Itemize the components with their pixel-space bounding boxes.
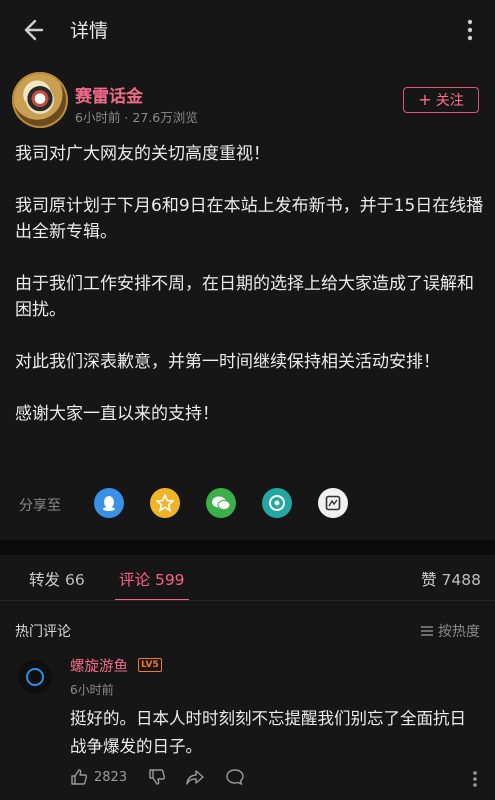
thumbs-down-icon [149,769,166,785]
post-paragraph: 感谢大家一直以来的支持！ [15,404,219,424]
tab-repost-label: 转发 [29,571,61,589]
post-paragraph: 由于我们工作安排不周，在日期的选择上给大家造成了误解和困扰。 [15,274,474,320]
post-paragraph: 对此我们深表歉意，并第一时间继续保持相关活动安排！ [15,352,440,372]
page-title: 详情 [70,20,109,42]
share-row: 分享至 [19,488,479,520]
author-avatar[interactable] [12,72,68,128]
comment-like-count: 2823 [94,769,128,785]
tab-repost[interactable]: 转发 66 [29,568,85,590]
post-paragraph: 我司对广大网友的关切高度重视！ [15,144,270,164]
sort-label: 按热度 [438,624,480,640]
arrow-left-icon[interactable] [18,16,46,44]
comment-dislike-button[interactable] [148,768,166,786]
post-meta: 6小时前 · 27.6万浏览 [75,110,198,125]
sort-icon [421,626,433,636]
hot-comments-label: 热门评论 [15,624,71,640]
qq-icon[interactable] [94,488,124,518]
author-name[interactable]: 赛雷话金 [75,82,143,107]
comment-like-button[interactable]: 2823 [70,768,127,786]
commenter-name[interactable]: 螺旋游鱼 [70,655,128,676]
interaction-tabs: 转发 66 评论 599 赞 7488 [0,555,495,601]
more-vertical-icon[interactable] [463,18,477,42]
comment-text: 挺好的。日本人时时刻刻不忘提醒我们别忘了全面抗日战争爆发的日子。 [70,709,466,756]
tab-comment-label: 评论 [119,571,151,589]
qzone-icon[interactable] [150,488,180,518]
commenter-avatar[interactable] [18,660,52,694]
comment-actions: 2823 [70,768,482,792]
weibo-icon[interactable] [318,488,348,518]
tab-like-count: 7488 [441,571,481,589]
tabs-divider [0,600,495,601]
tab-comment[interactable]: 评论 599 [119,568,185,590]
follow-label: 关注 [435,93,464,109]
post-paragraph: 我司原计划于下月6和9日在本站上发布新书，并于15日在线播出全新专辑。 [15,196,484,242]
moments-icon[interactable] [262,488,292,518]
section-divider [0,540,495,555]
thumbs-up-icon [71,769,88,785]
wechat-icon[interactable] [206,488,236,518]
comment-reply-button[interactable] [225,768,245,786]
share-label: 分享至 [19,498,61,514]
follow-button[interactable]: + 关注 [403,87,479,113]
tab-repost-count: 66 [64,571,85,589]
sort-toggle[interactable]: 按热度 [420,621,480,641]
comment-more-icon[interactable] [472,770,478,788]
level-badge: LV5 [138,658,162,672]
tab-like[interactable]: 赞 7488 [421,568,481,590]
reply-bubble-icon [226,769,244,786]
tab-comment-count: 599 [154,571,185,589]
plus-icon: + [418,90,432,109]
top-bar: 详情 [0,0,495,60]
tab-like-label: 赞 [421,571,437,589]
comment-time: 6小时前 [70,683,114,697]
post-body: 我司对广大网友的关切高度重视！ 我司原计划于下月6和9日在本站上发布新书，并于1… [15,141,485,453]
comment-share-button[interactable] [185,768,205,786]
share-arrow-icon [186,770,204,785]
